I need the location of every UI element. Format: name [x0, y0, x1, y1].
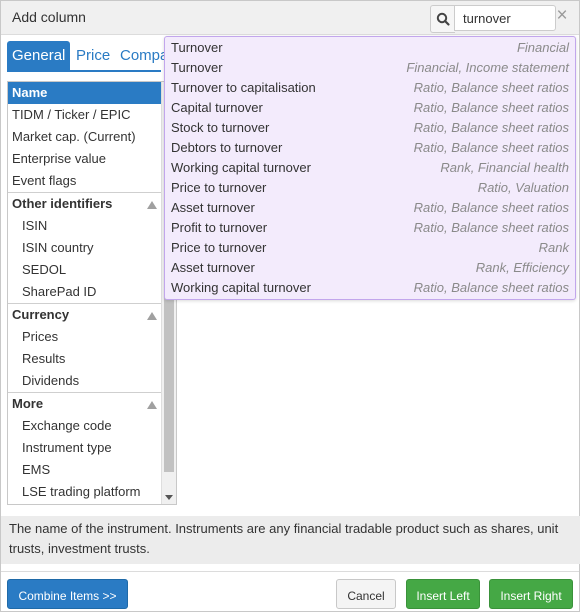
group-label: More [12, 396, 44, 411]
combine-items-button[interactable]: Combine Items >> [7, 579, 128, 609]
tab-price[interactable]: Price [71, 41, 115, 71]
search-result-item[interactable]: Price to turnover Rank [165, 238, 575, 258]
list-item[interactable]: LSE trading platform [8, 481, 161, 503]
column-list-items: Name TIDM / Ticker / EPIC Market cap. (Cur… [8, 82, 161, 503]
close-icon[interactable]: × [553, 5, 571, 29]
result-category: Ratio, Valuation [477, 180, 569, 195]
result-category: Financial, Income statement [406, 60, 569, 75]
result-category: Ratio, Balance sheet ratios [413, 80, 569, 95]
result-category: Ratio, Balance sheet ratios [413, 100, 569, 115]
result-category: Financial [516, 40, 569, 55]
column-description: The name of the instrument. Instruments … [1, 516, 580, 564]
list-item[interactable]: ISIN [8, 215, 161, 237]
collapse-triangle-icon[interactable] [147, 401, 157, 409]
dialog-footer: Combine Items >> Cancel Insert Left Inse… [1, 571, 579, 612]
result-name: Turnover [171, 40, 223, 55]
search-result-item[interactable]: Debtors to turnover Ratio, Balance sheet … [165, 138, 575, 158]
list-item[interactable]: Event flags [8, 170, 161, 192]
result-category: Ratio, Balance sheet ratios [413, 220, 569, 235]
list-group-header[interactable]: Other identifiers [8, 192, 161, 215]
tab-general[interactable]: General [7, 41, 71, 71]
list-item[interactable]: Market cap. (Current) [8, 126, 161, 148]
result-name: Turnover [171, 60, 223, 75]
result-name: Stock to turnover [171, 120, 270, 135]
add-column-dialog: Add column × General Price Compa NameTID… [0, 0, 580, 612]
search-result-item[interactable]: Stock to turnover Ratio, Balance sheet ra… [165, 118, 575, 138]
result-name: Turnover to capitalisation [171, 80, 316, 95]
tab-underline [7, 70, 161, 72]
insert-left-button[interactable]: Insert Left [406, 579, 480, 609]
search-result-item[interactable]: Working capital turnover Ratio, Balance s… [165, 278, 575, 298]
result-name: Asset turnover [171, 260, 255, 275]
result-name: Debtors to turnover [171, 140, 283, 155]
result-category: Ratio, Balance sheet ratios [413, 140, 569, 155]
search-input[interactable] [454, 5, 556, 31]
search-results-dropdown: Turnover Financial Turnover Financial, Inco… [164, 36, 576, 300]
search-result-item[interactable]: Profit to turnover Ratio, Balance sheet r… [165, 218, 575, 238]
list-item[interactable]: EMS [8, 459, 161, 481]
list-item[interactable]: TIDM / Ticker / EPIC [8, 104, 161, 126]
result-name: Price to turnover [171, 240, 267, 255]
search-result-item[interactable]: Turnover to capitalisation Ratio, Balance… [165, 78, 575, 98]
list-item[interactable]: Exchange code [8, 415, 161, 437]
list-item[interactable]: Results [8, 348, 161, 370]
search-result-item[interactable]: Working capital turnover Rank, Financial … [165, 158, 575, 178]
search-result-item[interactable]: Asset turnover Rank, Efficiency [165, 258, 575, 278]
collapse-triangle-icon[interactable] [147, 201, 157, 209]
list-item[interactable]: Prices [8, 326, 161, 348]
list-group-header[interactable]: Currency [8, 303, 161, 326]
cancel-button[interactable]: Cancel [336, 579, 396, 609]
result-category: Ratio, Balance sheet ratios [413, 200, 569, 215]
scroll-down-arrow-icon[interactable] [165, 495, 173, 500]
search-result-item[interactable]: Asset turnover Ratio, Balance sheet ratio… [165, 198, 575, 218]
search-icon [436, 12, 450, 26]
result-category: Ratio, Balance sheet ratios [413, 120, 569, 135]
result-category: Rank, Efficiency [475, 260, 569, 275]
search-result-item[interactable]: Price to turnover Ratio, Valuation [165, 178, 575, 198]
group-label: Currency [12, 307, 70, 322]
dialog-header: Add column × [1, 1, 579, 35]
group-label: Other identifiers [12, 196, 113, 211]
result-name: Profit to turnover [171, 220, 268, 235]
collapse-triangle-icon[interactable] [147, 312, 157, 320]
search-result-item[interactable]: Capital turnover Ratio, Balance sheet rat… [165, 98, 575, 118]
result-category: Rank, Financial health [440, 160, 569, 175]
result-name: Working capital turnover [171, 160, 311, 175]
result-name: Asset turnover [171, 200, 255, 215]
search-result-item[interactable]: Turnover Financial [165, 38, 575, 58]
list-item[interactable]: Enterprise value [8, 148, 161, 170]
search-results-list: Turnover Financial Turnover Financial, Inco… [165, 37, 575, 298]
insert-right-button[interactable]: Insert Right [489, 579, 573, 609]
list-item[interactable]: ISIN country [8, 237, 161, 259]
search-result-item[interactable]: Turnover Financial, Income statement [165, 58, 575, 78]
list-group-header[interactable]: More [8, 392, 161, 415]
result-name: Price to turnover [171, 180, 267, 195]
result-name: Working capital turnover [171, 280, 311, 295]
list-item[interactable]: Dividends [8, 370, 161, 392]
search-button[interactable] [430, 5, 455, 33]
dialog-title: Add column [12, 9, 86, 25]
list-item[interactable]: Name [8, 82, 161, 104]
list-item[interactable]: Instrument type [8, 437, 161, 459]
result-category: Ratio, Balance sheet ratios [413, 280, 569, 295]
list-item[interactable]: SEDOL [8, 259, 161, 281]
result-name: Capital turnover [171, 100, 263, 115]
list-item[interactable]: SharePad ID [8, 281, 161, 303]
result-category: Rank [538, 240, 569, 255]
column-list: Name TIDM / Ticker / EPIC Market cap. (Cur… [7, 81, 177, 505]
